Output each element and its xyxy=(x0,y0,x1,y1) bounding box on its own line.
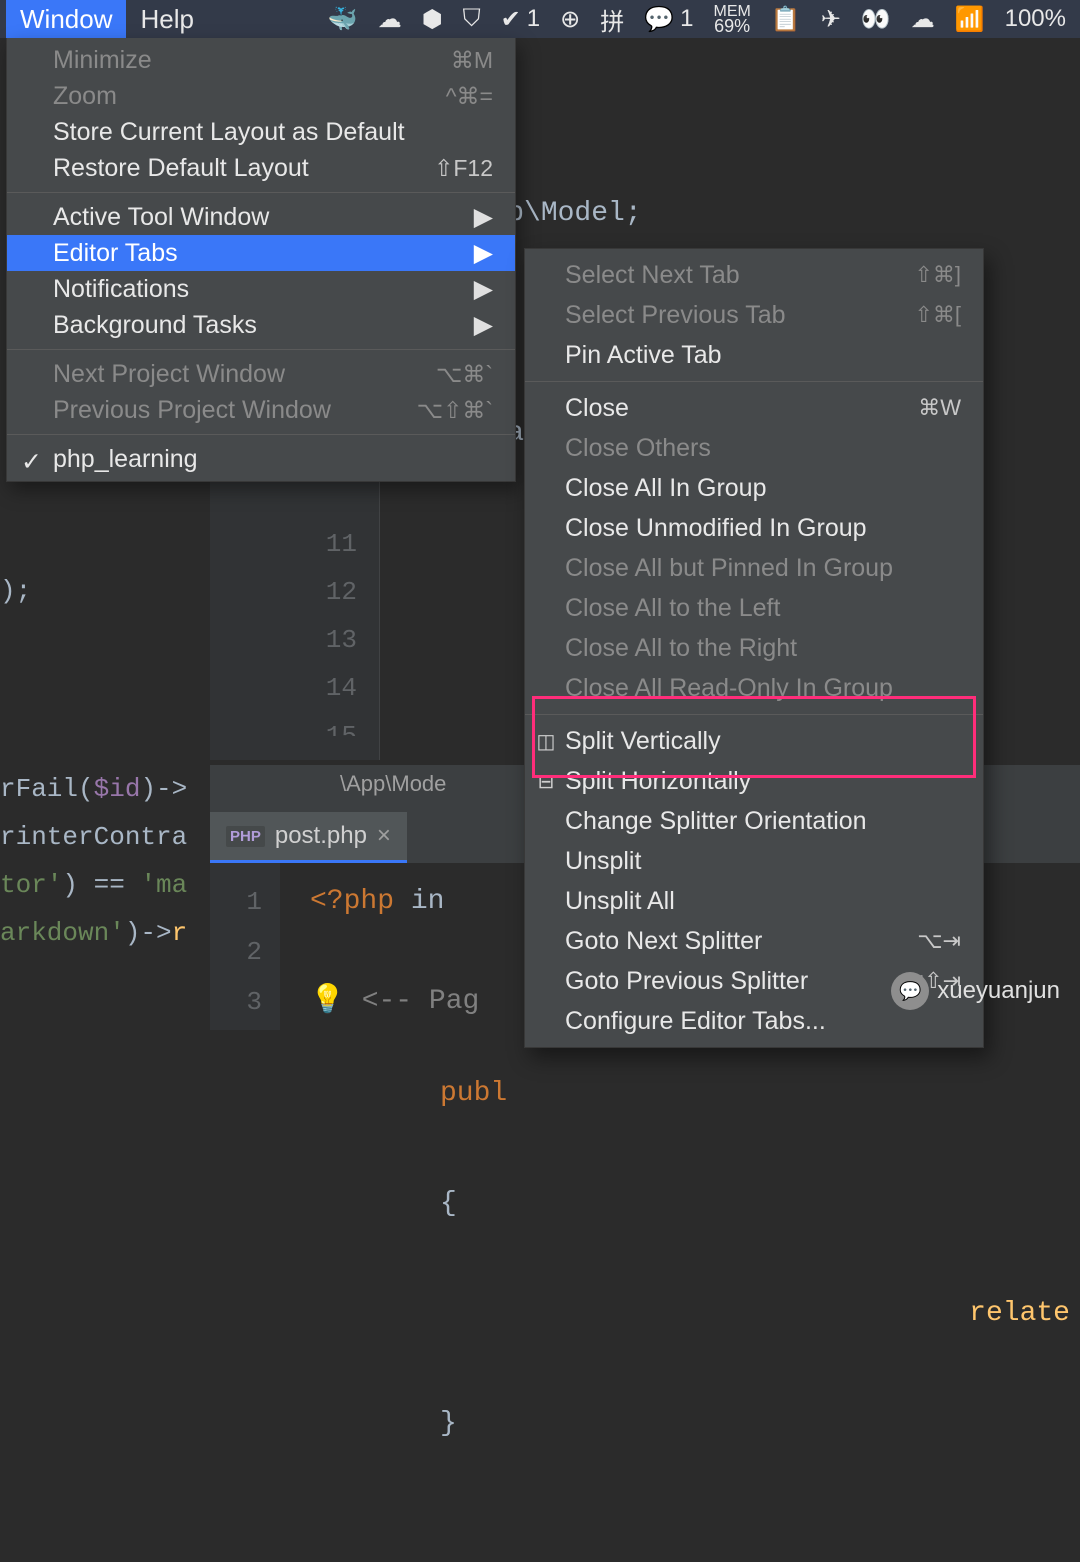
menu-store-layout[interactable]: Store Current Layout as Default xyxy=(7,114,515,150)
shield-icon[interactable]: ⛉ xyxy=(463,5,481,33)
menu-active-tool-window[interactable]: Active Tool Window▶ xyxy=(7,199,515,235)
menubar-tray: 🐳 ☁ ⬢ ⛉ ✔ 1 ⊕ 拼 💬 1 MEM 69% 📋 ✈ 👀 ☁ 📶 10… xyxy=(328,2,1080,37)
wifi-icon[interactable]: 📶 xyxy=(955,5,985,34)
line-gutter-bottom: 1 2 3 xyxy=(210,863,280,1030)
menu-separator xyxy=(7,434,515,435)
menu-prev-project-window: Previous Project Window⌥⇧⌘` xyxy=(7,392,515,428)
macos-menubar: Window Help 🐳 ☁ ⬢ ⛉ ✔ 1 ⊕ 拼 💬 1 MEM 69% … xyxy=(0,0,1080,38)
menu-window[interactable]: Window xyxy=(6,0,126,39)
docker-icon[interactable]: 🐳 xyxy=(328,5,358,34)
menu-close-but-pinned: Close All but Pinned In Group xyxy=(525,548,983,588)
wechat-icon: 💬 xyxy=(891,972,929,1010)
php-file-icon: PHP xyxy=(226,826,265,847)
menu-change-splitter-orientation[interactable]: Change Splitter Orientation xyxy=(525,801,983,841)
plane-icon[interactable]: ✈ xyxy=(821,5,841,34)
menu-editor-tabs[interactable]: Editor Tabs▶ xyxy=(7,235,515,271)
menu-separator xyxy=(525,381,983,382)
submenu-arrow-icon: ▶ xyxy=(474,310,493,340)
menu-select-prev-tab: Select Previous Tab⇧⌘[ xyxy=(525,295,983,335)
split-horizontal-icon: ⊟ xyxy=(535,769,557,794)
menu-close-others: Close Others xyxy=(525,428,983,468)
menu-close-right: Close All to the Right xyxy=(525,628,983,668)
menu-background-tasks[interactable]: Background Tasks▶ xyxy=(7,307,515,343)
box-icon[interactable]: ⬢ xyxy=(422,5,443,34)
menu-pin-active-tab[interactable]: Pin Active Tab xyxy=(525,335,983,375)
pinyin-icon[interactable]: 拼 xyxy=(600,2,624,37)
tab-filename: post.php xyxy=(275,822,367,850)
menu-zoom: Zoom^⌘= xyxy=(7,78,515,114)
file-tab-post-php[interactable]: PHP post.php × xyxy=(210,812,407,863)
menu-separator xyxy=(7,349,515,350)
submenu-arrow-icon: ▶ xyxy=(474,274,493,304)
weather-icon[interactable]: ☁ xyxy=(911,5,935,34)
menu-select-next-tab: Select Next Tab⇧⌘] xyxy=(525,255,983,295)
wechat-name: xueyuanjun xyxy=(937,977,1060,1005)
window-menu-dropdown: Minimize⌘M Zoom^⌘= Store Current Layout … xyxy=(6,38,516,482)
menu-close-unmodified[interactable]: Close Unmodified In Group xyxy=(525,508,983,548)
menu-current-project[interactable]: ✓ php_learning xyxy=(7,441,515,477)
menu-close-readonly: Close All Read-Only In Group xyxy=(525,668,983,708)
battery-text[interactable]: 100% xyxy=(1005,5,1066,33)
bulb-icon[interactable]: 💡 xyxy=(310,986,345,1017)
wechat-watermark: 💬 xueyuanjun xyxy=(891,972,1060,1010)
owl-icon[interactable]: 👀 xyxy=(861,5,891,34)
menu-separator xyxy=(525,714,983,715)
menu-separator xyxy=(7,192,515,193)
check-icon: ✓ xyxy=(21,447,42,477)
wechat-icon[interactable]: 💬 1 xyxy=(644,5,693,34)
close-icon[interactable]: × xyxy=(377,822,391,850)
menu-restore-layout[interactable]: Restore Default Layout⇧F12 xyxy=(7,150,515,186)
menu-close-all-in-group[interactable]: Close All In Group xyxy=(525,468,983,508)
menu-notifications[interactable]: Notifications▶ xyxy=(7,271,515,307)
split-vertical-icon: ◫ xyxy=(535,729,557,754)
submenu-arrow-icon: ▶ xyxy=(474,202,493,232)
menu-split-vertically[interactable]: ◫ Split Vertically xyxy=(525,721,983,761)
menu-split-horizontally[interactable]: ⊟ Split Horizontally xyxy=(525,761,983,801)
editor-tabs-submenu: Select Next Tab⇧⌘] Select Previous Tab⇧⌘… xyxy=(524,248,984,1048)
paste-icon[interactable]: 📋 xyxy=(771,5,801,34)
menu-close-tab[interactable]: Close⌘W xyxy=(525,388,983,428)
menu-goto-next-splitter[interactable]: Goto Next Splitter⌥⇥ xyxy=(525,921,983,961)
check-icon[interactable]: ✔ 1 xyxy=(501,5,540,34)
menu-unsplit-all[interactable]: Unsplit All xyxy=(525,881,983,921)
submenu-arrow-icon: ▶ xyxy=(474,238,493,268)
menu-help[interactable]: Help xyxy=(126,0,207,39)
menu-close-left: Close All to the Left xyxy=(525,588,983,628)
menu-next-project-window: Next Project Window⌥⌘` xyxy=(7,356,515,392)
plus-icon[interactable]: ⊕ xyxy=(560,5,580,34)
menu-unsplit[interactable]: Unsplit xyxy=(525,841,983,881)
memory-indicator[interactable]: MEM 69% xyxy=(714,5,751,33)
menu-minimize: Minimize⌘M xyxy=(7,42,515,78)
cloud-icon[interactable]: ☁ xyxy=(378,5,402,34)
